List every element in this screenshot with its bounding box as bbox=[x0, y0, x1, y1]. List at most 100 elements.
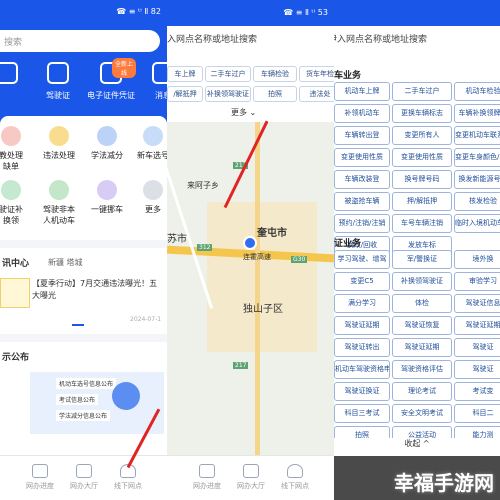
service-button[interactable]: 体检 bbox=[392, 294, 452, 313]
grid-item[interactable]: 驾驶非本 人机动车 bbox=[38, 180, 80, 226]
grid-item[interactable]: 新车选号 bbox=[132, 126, 167, 161]
service-button[interactable]: 驾驶证延期 bbox=[334, 316, 390, 335]
nav-hall[interactable]: 网办大厅 bbox=[62, 464, 106, 491]
book-icon bbox=[97, 126, 117, 146]
service-button[interactable]: 变更使用性质 bbox=[392, 148, 452, 167]
service-button[interactable]: 境外换 bbox=[454, 250, 500, 269]
news-date: 2024-07-1 bbox=[130, 316, 162, 323]
watermark-logo: 幸福手游网 bbox=[394, 471, 494, 495]
grid-item[interactable]: 违法处理 bbox=[38, 126, 80, 161]
notice-item[interactable]: 考试信息公布 bbox=[56, 394, 99, 405]
top-item-e-certificate[interactable]: 全新上线 电子证件凭证 bbox=[86, 58, 136, 101]
service-button[interactable]: 车辆补换领牌证 bbox=[454, 104, 500, 123]
service-button[interactable]: 车号车辆注销 bbox=[392, 214, 452, 233]
service-button[interactable]: 临时入境机动车业务 bbox=[454, 214, 500, 233]
map-road bbox=[255, 122, 260, 458]
car-move-icon bbox=[97, 180, 117, 200]
notice-item[interactable]: 机动车选号信息公布 bbox=[56, 378, 117, 389]
service-button[interactable]: 科目二 bbox=[454, 404, 500, 423]
new-badge: 全新上线 bbox=[112, 58, 136, 78]
service-button[interactable]: 驾驶证 bbox=[454, 360, 500, 379]
service-button[interactable]: 科目三考试 bbox=[334, 404, 390, 423]
service-button[interactable]: 驾驶资格评估 bbox=[392, 360, 452, 379]
region-tab[interactable]: 新疆 塔城 bbox=[48, 257, 83, 268]
service-button[interactable]: 换发新能源号牌 bbox=[454, 170, 500, 189]
search-input[interactable]: 入网点名称或地址搜索 bbox=[167, 32, 257, 45]
location-marker-icon[interactable] bbox=[243, 236, 257, 250]
nav-progress[interactable]: 网办进度 bbox=[18, 464, 62, 491]
service-button[interactable]: 变更机动车联系方式 bbox=[454, 126, 500, 145]
service-button[interactable]: 二手车过户 bbox=[392, 82, 452, 101]
panel-services: 伊入网点名称或地址搜索 车业务 机动车上牌 二手车过户 机动车检验 补领机动车 更换车辆… bbox=[334, 0, 500, 500]
top-item-vehicle[interactable] bbox=[0, 62, 32, 90]
panel-home: ☎ ≡ ᵗᴵ Ⅱ 82 搜索 驾驶证 全新上线 电子证件凭证 消息 教处理 缺单… bbox=[0, 0, 167, 500]
filter-chip[interactable]: 货车年检 bbox=[299, 66, 334, 82]
filter-chip[interactable]: 补换领驾驶证 bbox=[205, 86, 251, 102]
car-icon bbox=[0, 62, 18, 84]
service-button[interactable]: 驾驶证延期 bbox=[454, 316, 500, 335]
service-button[interactable]: 驾驶证 bbox=[454, 338, 500, 357]
alert-icon bbox=[1, 126, 21, 146]
more-toggle[interactable]: 更多 ⌄ bbox=[231, 107, 256, 118]
service-button[interactable]: 军/警换证 bbox=[392, 250, 452, 269]
service-button[interactable]: 变更使用性质 bbox=[334, 148, 390, 167]
service-button[interactable]: 理论考试 bbox=[392, 382, 452, 401]
service-button[interactable]: 押/解抵押 bbox=[392, 192, 452, 211]
grid-item[interactable]: 更多 bbox=[132, 180, 167, 215]
nav-offline[interactable]: 线下网点 bbox=[273, 464, 317, 491]
map-view[interactable]: 来阿子乡 奎屯市 苏市 连霍高速 独山子区 217 312 G30 217 bbox=[167, 122, 334, 458]
notice-item[interactable]: 学法减分信息公布 bbox=[56, 410, 111, 421]
service-button[interactable]: 驾驶证恢复 bbox=[392, 316, 452, 335]
service-button[interactable]: 车辆改装登 bbox=[334, 170, 390, 189]
grid-item[interactable]: 学法减分 bbox=[86, 126, 128, 161]
top-item-license[interactable]: 驾驶证 bbox=[33, 62, 83, 101]
nav-offline[interactable]: 线下网点 bbox=[106, 464, 150, 491]
grid-item[interactable]: 教处理 缺单 bbox=[0, 126, 32, 172]
news-headline[interactable]: 【夏季行动】7月交通违法曝光！五大曝光 bbox=[32, 278, 164, 302]
service-button[interactable]: 驾驶证延期 bbox=[392, 338, 452, 357]
service-button[interactable]: 预约/注销/注销 bbox=[334, 214, 390, 233]
service-button[interactable]: 机动车检验 bbox=[454, 82, 500, 101]
service-button[interactable]: 变更C5 bbox=[334, 272, 390, 291]
nav-progress[interactable]: 网办进度 bbox=[185, 464, 229, 491]
top-item-message[interactable]: 消息 bbox=[138, 62, 167, 101]
service-button[interactable]: 更换车辆标志 bbox=[392, 104, 452, 123]
service-button[interactable]: 审验学习 bbox=[454, 272, 500, 291]
search-input[interactable]: 伊入网点名称或地址搜索 bbox=[334, 32, 427, 45]
service-button[interactable]: 驾驶证换证 bbox=[334, 382, 390, 401]
service-button[interactable]: 学习驾驶、增驾 bbox=[334, 250, 390, 269]
service-button[interactable]: 驾驶证信息 bbox=[454, 294, 500, 313]
filter-chip[interactable]: 车上牌 bbox=[167, 66, 203, 82]
service-button[interactable]: 安全文明考试 bbox=[392, 404, 452, 423]
service-button[interactable]: 机动车上牌 bbox=[334, 82, 390, 101]
service-button[interactable]: 变更所有人 bbox=[392, 126, 452, 145]
service-button[interactable]: 被盗抢车辆 bbox=[334, 192, 390, 211]
grid-item[interactable]: 驶证补 换领 bbox=[0, 180, 32, 226]
service-button[interactable]: 机动车驾驶资格申请 bbox=[334, 360, 390, 379]
service-button[interactable]: 换号牌号码 bbox=[392, 170, 452, 189]
news-thumbnail bbox=[0, 278, 30, 308]
service-button[interactable]: 变更车身颜色/车架 bbox=[454, 148, 500, 167]
filter-chip[interactable]: 违法处 bbox=[299, 86, 334, 102]
search-icon bbox=[49, 126, 69, 146]
filter-chip[interactable]: 车辆检验 bbox=[253, 66, 297, 82]
search-input[interactable]: 搜索 bbox=[0, 30, 160, 52]
shield-icon bbox=[49, 180, 69, 200]
filter-chip[interactable]: 拍照 bbox=[253, 86, 297, 102]
service-button[interactable]: 核发检验 bbox=[454, 192, 500, 211]
service-button[interactable]: 考试变 bbox=[454, 382, 500, 401]
status-signal: ☎ ≡ ᵗᴵ Ⅱ 82 bbox=[116, 7, 161, 16]
service-button[interactable]: 补换领驾驶证 bbox=[392, 272, 452, 291]
collapse-toggle[interactable]: 收起 ^ bbox=[334, 438, 500, 456]
grid-item[interactable]: 一键挪车 bbox=[86, 180, 128, 215]
filter-chip[interactable]: /解抵押 bbox=[167, 86, 203, 102]
status-signal: ☎ ≡ Ⅱ ᵗᴵ 53 bbox=[283, 8, 328, 17]
service-button[interactable]: 补领机动车 bbox=[334, 104, 390, 123]
road-shield: 217 bbox=[233, 362, 249, 369]
service-button[interactable]: 驾驶证转出 bbox=[334, 338, 390, 357]
nav-hall[interactable]: 网办大厅 bbox=[229, 464, 273, 491]
service-button[interactable]: 满分学习 bbox=[334, 294, 390, 313]
monitor-icon bbox=[32, 464, 48, 478]
service-button[interactable]: 车辆转出登 bbox=[334, 126, 390, 145]
filter-chip[interactable]: 二手车过户 bbox=[205, 66, 251, 82]
